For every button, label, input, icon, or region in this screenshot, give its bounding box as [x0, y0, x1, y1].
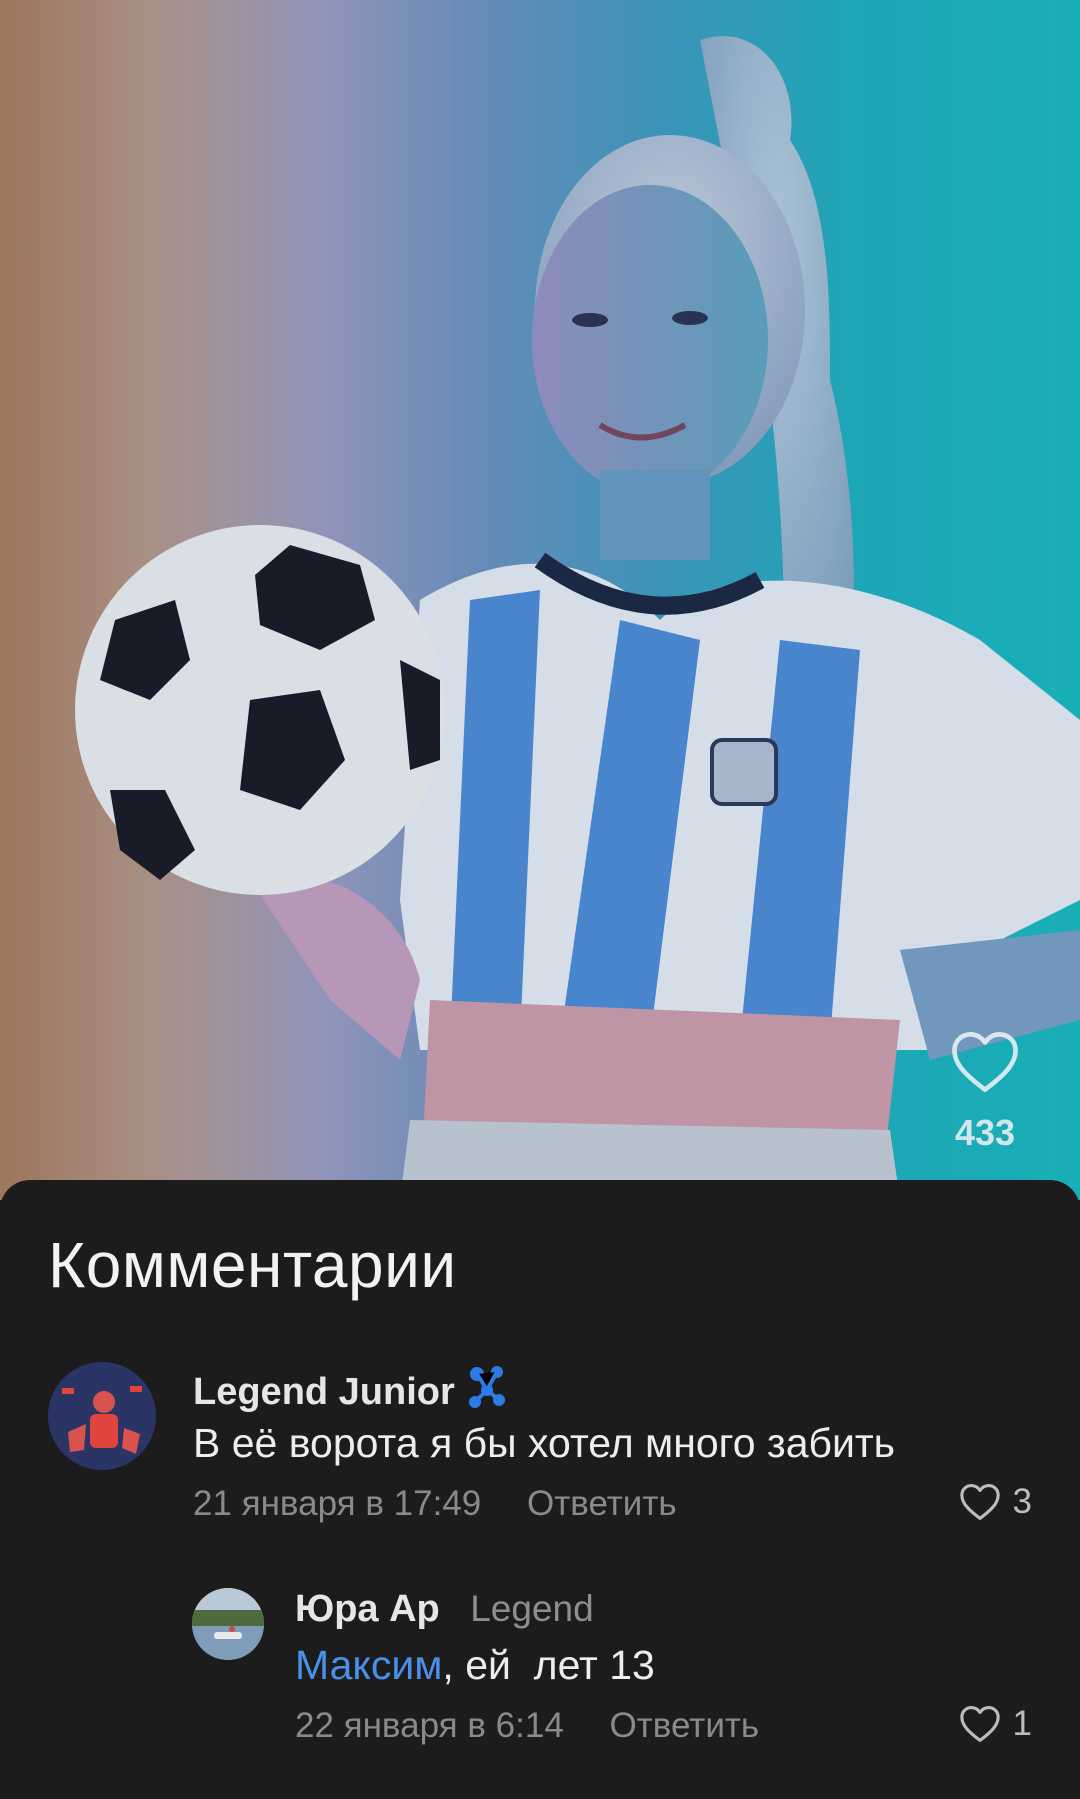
comments-sheet: Комментарии Legend Junior В её ворота я …: [0, 1180, 1080, 1799]
heart-outline-icon: [959, 1706, 1000, 1742]
avatar-image: [48, 1362, 156, 1470]
comment-like-count: 3: [1012, 1482, 1032, 1521]
comment-like-button[interactable]: 1: [959, 1704, 1032, 1744]
post-like-count: 433: [954, 1112, 1016, 1153]
comment-author-row: Юра Ар Legend: [295, 1588, 594, 1631]
mention-link[interactable]: Максим: [295, 1642, 442, 1688]
reply-comment-item: Юра Ар Legend Максим, ей лет 13 22 январ…: [192, 1588, 1032, 1758]
comment-text: В её ворота я бы хотел много забить: [193, 1420, 896, 1466]
heart-outline-icon: [959, 1484, 1000, 1520]
comment-date: 21 января в 17:49: [193, 1484, 482, 1523]
comment-date: 22 января в 6:14: [295, 1706, 564, 1745]
comment-like-button[interactable]: 3: [959, 1482, 1032, 1522]
comment-meta: 21 января в 17:49 Ответить: [193, 1484, 677, 1524]
post-photo[interactable]: 433: [0, 0, 1080, 1200]
comment-meta: 22 января в 6:14 Ответить: [295, 1706, 759, 1746]
photo-illustration: [0, 0, 1080, 1200]
author-badge: Legend: [470, 1588, 594, 1629]
avatar[interactable]: [192, 1588, 264, 1660]
heart-outline-icon[interactable]: [949, 1030, 1021, 1094]
reply-button[interactable]: Ответить: [527, 1484, 677, 1523]
post-like-control[interactable]: 433: [930, 1030, 1040, 1154]
comments-title: Комментарии: [48, 1229, 457, 1301]
comment-author[interactable]: Legend Junior: [193, 1371, 455, 1413]
screen: 433 Комментарии Legend Junior В её ворот…: [0, 0, 1080, 1799]
comment-text-body: , ей лет 13: [442, 1642, 655, 1688]
verified-badge-icon: [469, 1366, 506, 1408]
comment-author[interactable]: Юра Ар: [295, 1588, 440, 1630]
comment-item: Legend Junior В её ворота я бы хотел мно…: [48, 1362, 1032, 1524]
avatar[interactable]: [48, 1362, 156, 1470]
comment-author-row: Legend Junior: [193, 1364, 509, 1414]
comment-text: Максим, ей лет 13: [295, 1642, 655, 1689]
reply-button[interactable]: Ответить: [610, 1706, 760, 1745]
avatar-image: [192, 1588, 264, 1660]
comment-like-count: 1: [1012, 1704, 1032, 1743]
